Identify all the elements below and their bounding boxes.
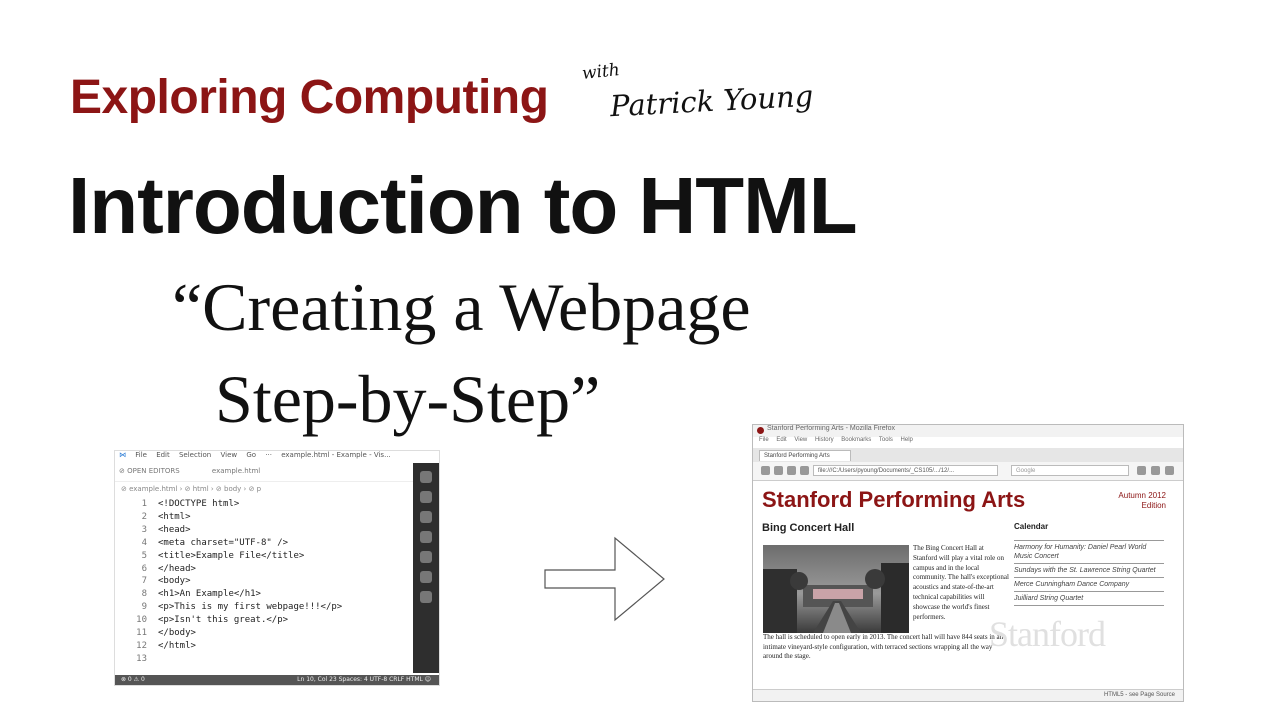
editor-tabs: ⊘ OPEN EDITORS example.html bbox=[115, 467, 413, 482]
editor-statusbar: ⊗ 0 ⚠ 0 Ln 10, Col 23 Spaces: 4 UTF-8 CR… bbox=[115, 675, 439, 685]
editor-menu-file[interactable]: File bbox=[135, 451, 147, 459]
main-title: Introduction to HTML bbox=[68, 161, 858, 250]
home-icon[interactable] bbox=[800, 466, 809, 475]
calendar-item[interactable]: Sundays with the St. Lawrence String Qua… bbox=[1014, 564, 1164, 578]
series-with-text: with bbox=[581, 60, 621, 84]
browser-navbar: file:///C:/Users/pyoung/Documents/_CS105… bbox=[753, 462, 1183, 481]
edition-line-2: Edition bbox=[1141, 501, 1166, 510]
downloads-icon[interactable] bbox=[1151, 466, 1160, 475]
search-icon[interactable] bbox=[420, 491, 432, 503]
code-line: 5 <title>Example File</title> bbox=[141, 550, 305, 561]
code-line: 4 <meta charset="UTF-8" /> bbox=[141, 537, 289, 548]
cursor-position-status[interactable]: Ln 10, Col 23 Spaces: 4 UTF-8 CRLF HTML … bbox=[297, 675, 431, 685]
open-editors-label[interactable]: ⊘ OPEN EDITORS bbox=[119, 467, 180, 475]
tab-example-html[interactable]: example.html bbox=[212, 467, 260, 475]
browser-menu-view[interactable]: View bbox=[794, 437, 807, 443]
stanford-watermark: Stanford bbox=[989, 614, 1106, 654]
bookmark-icon[interactable] bbox=[1137, 466, 1146, 475]
forward-icon[interactable] bbox=[774, 466, 783, 475]
back-icon[interactable] bbox=[761, 466, 770, 475]
code-editor-screenshot: ⋈ File Edit Selection View Go ··· exampl… bbox=[114, 450, 440, 686]
browser-menubar: File Edit View History Bookmarks Tools H… bbox=[753, 437, 1183, 447]
menu-icon[interactable] bbox=[1165, 466, 1174, 475]
settings-gear-icon[interactable] bbox=[420, 591, 432, 603]
html5-status[interactable]: HTML5 - see Page Source bbox=[1104, 690, 1175, 701]
code-line: 9 <p>This is my first webpage!!!</p> bbox=[141, 602, 343, 613]
site-title: Stanford Performing Arts bbox=[762, 487, 1026, 512]
edition-label: Autumn 2012 Edition bbox=[1096, 491, 1166, 511]
code-line: 7 <body> bbox=[141, 576, 191, 587]
browser-titlebar: Stanford Performing Arts - Mozilla Firef… bbox=[753, 425, 1183, 437]
author-name: Patrick Young bbox=[609, 78, 815, 124]
firefox-icon bbox=[757, 427, 764, 434]
editor-menubar: ⋈ File Edit Selection View Go ··· exampl… bbox=[115, 451, 415, 465]
editor-menu-edit[interactable]: Edit bbox=[156, 451, 170, 459]
browser-tab[interactable]: Stanford Performing Arts bbox=[759, 450, 851, 461]
calendar-item[interactable]: Harmony for Humanity: Daniel Pearl World… bbox=[1014, 541, 1164, 564]
browser-menu-edit[interactable]: Edit bbox=[776, 437, 786, 443]
right-arrow-icon bbox=[544, 536, 665, 622]
browser-window-title: Stanford Performing Arts - Mozilla Firef… bbox=[767, 425, 895, 432]
subtitle-line-1: “Creating a Webpage bbox=[172, 269, 751, 345]
search-input[interactable]: Google bbox=[1011, 465, 1129, 476]
section-title: Bing Concert Hall bbox=[762, 522, 855, 534]
editor-menu-selection[interactable]: Selection bbox=[179, 451, 211, 459]
hall-description: The Bing Concert Hall at Stanford will p… bbox=[913, 544, 1009, 621]
concert-hall-photo bbox=[763, 545, 909, 633]
editor-window-title: example.html - Example - Vis... bbox=[281, 451, 391, 459]
series-title: Exploring Computing bbox=[70, 71, 549, 124]
code-line: 11 </body> bbox=[136, 628, 196, 639]
breadcrumb[interactable]: ⊘ example.html › ⊘ html › ⊘ body › ⊘ p bbox=[121, 485, 261, 493]
browser-menu-tools[interactable]: Tools bbox=[879, 437, 893, 443]
browser-menu-help[interactable]: Help bbox=[901, 437, 913, 443]
extensions-icon[interactable] bbox=[420, 551, 432, 563]
problems-indicator[interactable]: ⊗ 0 ⚠ 0 bbox=[121, 675, 145, 685]
editor-menu-more[interactable]: ··· bbox=[265, 451, 272, 459]
code-line: 12 </html> bbox=[136, 640, 196, 651]
edition-line-1: Autumn 2012 bbox=[1118, 491, 1166, 500]
browser-tabbar: Stanford Performing Arts bbox=[753, 448, 1183, 462]
vscode-icon: ⋈ bbox=[119, 451, 126, 459]
code-line: 6 </head> bbox=[141, 563, 196, 574]
browser-screenshot: Stanford Performing Arts - Mozilla Firef… bbox=[752, 424, 1184, 702]
code-line: 1 <!DOCTYPE html> bbox=[141, 499, 240, 509]
browser-menu-bookmarks[interactable]: Bookmarks bbox=[841, 437, 871, 443]
code-line: 3 <head> bbox=[141, 524, 191, 535]
remote-icon[interactable] bbox=[420, 571, 432, 583]
calendar-item[interactable]: Juilliard String Quartet bbox=[1014, 592, 1164, 606]
calendar-list: Harmony for Humanity: Daniel Pearl World… bbox=[1014, 540, 1164, 606]
hall-description-continued: The hall is scheduled to open early in 2… bbox=[763, 633, 1004, 661]
reload-icon[interactable] bbox=[787, 466, 796, 475]
source-control-icon[interactable] bbox=[420, 511, 432, 523]
editor-menu-view[interactable]: View bbox=[220, 451, 237, 459]
code-area[interactable]: 1 <!DOCTYPE html> 2 <html> 3 <head> 4 <meta … bbox=[131, 498, 342, 666]
calendar-item[interactable]: Merce Cunningham Dance Company bbox=[1014, 578, 1164, 592]
browser-menu-history[interactable]: History bbox=[815, 437, 834, 443]
calendar-title: Calendar bbox=[1014, 522, 1049, 531]
debug-icon[interactable] bbox=[420, 531, 432, 543]
code-line: 13 bbox=[136, 653, 147, 664]
activity-bar bbox=[413, 463, 439, 673]
code-line: 10 <p>Isn't this great.</p> bbox=[136, 615, 289, 626]
browser-menu-file[interactable]: File bbox=[759, 437, 769, 443]
subtitle-line-2: Step-by-Step” bbox=[215, 361, 601, 437]
code-line: 8 <h1>An Example</h1> bbox=[141, 589, 261, 600]
code-line: 2 <html> bbox=[141, 511, 191, 522]
browser-statusbar: HTML5 - see Page Source bbox=[753, 689, 1183, 701]
url-field[interactable]: file:///C:/Users/pyoung/Documents/_CS105… bbox=[813, 465, 998, 476]
editor-menu-go[interactable]: Go bbox=[246, 451, 256, 459]
explorer-icon[interactable] bbox=[420, 471, 432, 483]
